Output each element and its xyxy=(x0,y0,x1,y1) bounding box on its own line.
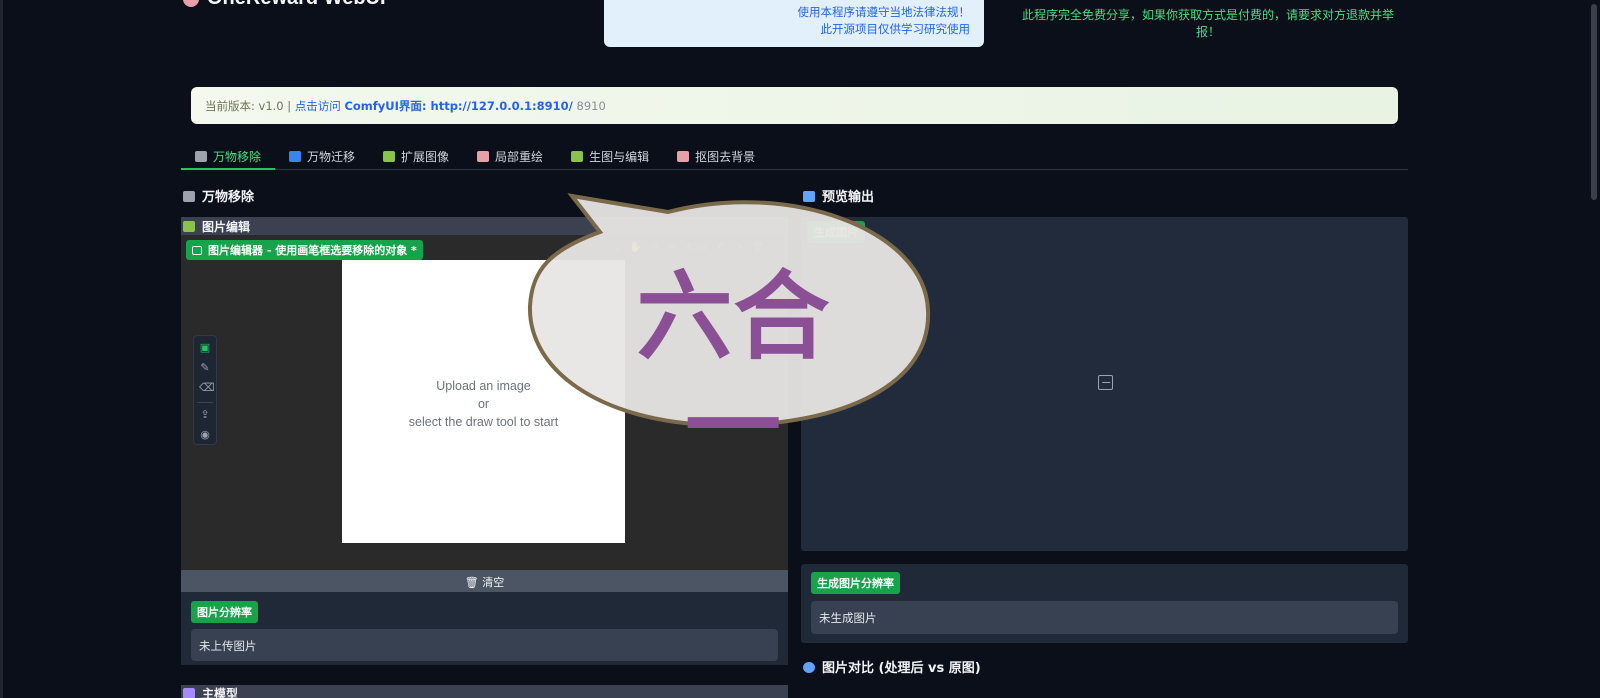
tab-generate-edit[interactable]: 生图与编辑 xyxy=(557,145,663,170)
main-model-header[interactable]: 主模型 xyxy=(181,685,788,698)
trash-icon xyxy=(195,151,207,162)
image-resolution-block: 图片分辨率 未上传图片 xyxy=(181,592,788,665)
undo-icon[interactable]: ↶ xyxy=(717,242,725,253)
image-icon xyxy=(571,151,584,162)
hint-line-3: select the draw tool to start xyxy=(408,415,559,429)
comfyui-link[interactable]: 点击访问 ComfyUI界面: http://127.0.0.1:8910/ xyxy=(295,99,573,113)
editor-toolbar: ⤓ ✋ ⊖ ⊕ 43% ↶ ↷ 🗑 xyxy=(616,242,764,253)
notice-line-1: 使用本程序请遵守当地法律法规！ xyxy=(797,5,971,19)
legal-notice: 使用本程序请遵守当地法律法规！ 此开源项目仅供学习研究使用 xyxy=(604,0,984,47)
redo-icon[interactable]: ↷ xyxy=(734,242,742,253)
editor-badge-text: 图片编辑器 - 使用画笔框选要移除的对象 * xyxy=(208,244,417,257)
version-bar: 当前版本: v1.0 | 点击访问 ComfyUI界面: http://127.… xyxy=(191,87,1398,124)
zoom-in-icon[interactable]: ⊕ xyxy=(668,242,676,253)
tool-rail: ▣ ✎ ⌫ ⇪ ◉ xyxy=(193,335,217,445)
gen-resolution-badge: 生成图片分辨率 xyxy=(811,572,900,594)
link-text[interactable]: 点击访问 xyxy=(295,99,345,113)
preview-badge: 生成图片 xyxy=(807,221,865,243)
port-number: 8910 xyxy=(572,99,606,113)
tab-bar: 万物移除 万物迁移 扩展图像 局部重绘 生图与编辑 抠图去背景 xyxy=(181,145,1408,170)
clear-button[interactable]: 🗑 清空 xyxy=(181,570,788,592)
hint-line-2: or xyxy=(477,397,490,411)
generated-resolution-block: 生成图片分辨率 未生成图片 xyxy=(801,564,1408,643)
palette-icon xyxy=(677,151,690,162)
tab-transfer[interactable]: 万物迁移 xyxy=(275,145,369,170)
brush-icon[interactable]: ✎ xyxy=(199,362,211,374)
trash-icon: 🗑 xyxy=(464,576,483,589)
webcam-icon[interactable]: ◉ xyxy=(199,429,211,441)
magnifier-icon xyxy=(803,662,815,673)
tab-remove[interactable]: 万物移除 xyxy=(181,145,276,170)
editor-canvas[interactable]: Upload an image or select the draw tool … xyxy=(342,260,625,543)
scrollbar-thumb[interactable] xyxy=(1591,4,1597,200)
section-title-text: 万物移除 xyxy=(202,190,255,205)
image-placeholder-icon xyxy=(1098,375,1113,390)
editor-header-text: 图片编辑 xyxy=(202,220,251,234)
main-model-text: 主模型 xyxy=(202,687,239,698)
preview-output: 生成图片 xyxy=(801,217,1408,551)
free-share-note: 此程序完全免费分享，如果你获取方式是付费的，请要求对方退款并举报！ xyxy=(1021,8,1394,39)
comfy-url[interactable]: http://127.0.0.1:8910/ xyxy=(431,99,573,113)
tab-label: 抠图去背景 xyxy=(695,150,756,164)
refresh-icon xyxy=(289,151,302,162)
pan-icon[interactable]: ✋ xyxy=(629,242,641,253)
resolution-value: 未上传图片 xyxy=(191,629,778,661)
app-title-text: OneReward WebUI xyxy=(207,0,386,9)
section-title-text: 预览输出 xyxy=(822,190,875,205)
image-tool-icon[interactable]: ▣ xyxy=(199,342,211,354)
tv-icon xyxy=(803,191,815,202)
trash-icon xyxy=(183,191,195,202)
tab-label: 万物移除 xyxy=(213,150,262,164)
image-icon xyxy=(183,221,195,232)
tab-label: 扩展图像 xyxy=(401,150,450,164)
clear-label: 清空 xyxy=(482,576,505,589)
version-prefix: 当前版本: v1.0 | xyxy=(205,99,295,113)
tab-label: 生图与编辑 xyxy=(589,150,650,164)
robot-icon xyxy=(183,688,195,698)
resolution-badge: 图片分辨率 xyxy=(191,601,258,623)
image-icon xyxy=(192,246,202,255)
eraser-icon[interactable]: ⌫ xyxy=(199,382,215,394)
editor-label-badge: 图片编辑器 - 使用画笔框选要移除的对象 * xyxy=(186,240,423,260)
delete-icon[interactable]: 🗑 xyxy=(752,242,765,253)
image-icon xyxy=(383,151,396,162)
tab-remove-bg[interactable]: 抠图去背景 xyxy=(663,145,769,170)
compare-title: 图片对比 (处理后 vs 原图) xyxy=(803,657,981,676)
bubble-text: 六合一 xyxy=(636,261,831,483)
zoom-level: 43% xyxy=(685,242,708,253)
upload-icon[interactable]: ⇪ xyxy=(199,409,211,421)
page-scrollbar[interactable] xyxy=(1586,0,1600,698)
tab-inpaint[interactable]: 局部重绘 xyxy=(463,145,557,170)
window-left-border xyxy=(0,0,3,698)
comfy-label[interactable]: ComfyUI界面: xyxy=(344,99,430,113)
tab-outpaint[interactable]: 扩展图像 xyxy=(369,145,463,170)
tab-label: 万物迁移 xyxy=(307,150,356,164)
editor-header: 图片编辑 xyxy=(181,217,788,235)
app-title: OneReward WebUI xyxy=(183,0,386,10)
hint-line-1: Upload an image xyxy=(436,379,531,393)
zoom-out-icon[interactable]: ⊖ xyxy=(651,242,659,253)
notice-line-2: 此开源项目仅供学习研究使用 xyxy=(820,22,971,36)
palette-icon xyxy=(477,151,490,162)
tab-label: 局部重绘 xyxy=(495,150,544,164)
divider xyxy=(197,402,213,403)
compare-title-text: 图片对比 (处理后 vs 原图) xyxy=(822,661,981,676)
left-section-title: 万物移除 xyxy=(183,186,254,205)
palette-icon xyxy=(183,0,199,7)
gen-resolution-value: 未生成图片 xyxy=(811,601,1398,634)
right-section-title: 预览输出 xyxy=(803,186,874,205)
canvas-hint: Upload an image or select the draw tool … xyxy=(342,377,625,431)
download-icon[interactable]: ⤓ xyxy=(616,242,620,253)
